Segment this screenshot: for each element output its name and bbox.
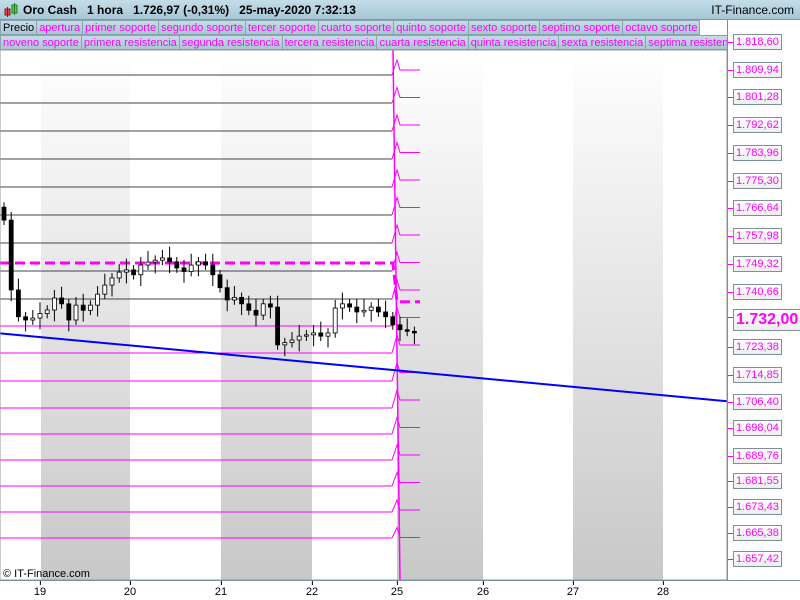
price-label: 1.706,40 (728, 394, 782, 410)
candle-body (8, 219, 14, 291)
day-band (397, 50, 483, 580)
candle-body (152, 259, 158, 263)
price-label: 1.792,62 (728, 117, 782, 133)
candle-body (332, 307, 338, 334)
price-label: 1.809,94 (728, 62, 782, 78)
candle-body (73, 304, 79, 321)
date-label: 21 (214, 581, 228, 598)
candle-body (102, 284, 108, 295)
candle-body (52, 297, 57, 311)
candle-body (145, 261, 151, 266)
candle-body (37, 313, 43, 319)
price-axis: 1.818,60 1.809,94 1.801,28 1.792,62 1.783,96… (727, 20, 800, 580)
candle-body (375, 306, 381, 313)
candle-body (339, 303, 345, 309)
date-label: 27 (566, 581, 580, 598)
date-label: 28 (656, 581, 670, 598)
candle-body (246, 303, 252, 311)
price-label: 1.757,98 (728, 228, 782, 244)
day-band (573, 50, 663, 580)
price-label: 1.723,38 (728, 339, 782, 355)
candle-body (80, 304, 86, 311)
candle-body (66, 303, 72, 321)
date-label: 19 (33, 581, 47, 598)
candle-body (239, 296, 245, 305)
candle-body (289, 339, 295, 344)
price-label: 1.698,04 (728, 420, 782, 436)
price-label: 1.766,64 (728, 200, 782, 216)
candle-body (59, 297, 64, 305)
price-chart[interactable] (0, 0, 727, 580)
candle-body (203, 261, 209, 266)
price-label: 1.818,60 (728, 34, 782, 50)
candle-body (368, 306, 374, 311)
price-label: 1.714,85 (728, 367, 782, 383)
time-axis: 19 20 21 22 25 26 27 28 (0, 580, 800, 600)
candle-body (231, 296, 237, 301)
candle-body (275, 306, 281, 346)
price-label: 1.732,00 (727, 309, 800, 331)
candle-body (318, 332, 324, 337)
candle-body (23, 316, 29, 321)
candle-body (253, 309, 259, 316)
candle-body (397, 324, 403, 331)
candle-body (217, 274, 223, 289)
candle-body (383, 311, 389, 318)
candle-body (174, 261, 180, 269)
candle-body (159, 257, 165, 261)
candle-body (267, 303, 273, 308)
candle-body (361, 309, 367, 313)
candle-body (411, 330, 417, 334)
price-label: 1.657,42 (728, 551, 782, 567)
price-label: 1.740,66 (728, 284, 782, 300)
price-label: 1.775,30 (728, 173, 782, 189)
price-label: 1.681,55 (728, 473, 782, 489)
candle-body (354, 306, 360, 313)
candle-body (282, 342, 288, 346)
candle-body (404, 329, 410, 332)
candle-body (181, 267, 187, 272)
candle-body (109, 277, 115, 286)
candle-body (210, 264, 216, 276)
candle-body (44, 309, 50, 314)
candle-body (95, 293, 100, 306)
candle-body (88, 304, 93, 311)
candle-body (124, 269, 129, 273)
date-label: 22 (305, 581, 319, 598)
candle-body (188, 264, 194, 272)
candle-body (224, 287, 230, 301)
candle-body (167, 257, 173, 263)
candle-body (296, 335, 302, 341)
date-label: 25 (390, 581, 404, 598)
candle-body (15, 289, 21, 318)
candle-body (1, 206, 7, 221)
date-label: 26 (476, 581, 490, 598)
candle-body (116, 271, 122, 279)
candle-body (138, 264, 144, 276)
candle-body (325, 332, 331, 337)
candle-body (30, 317, 36, 321)
candle-body (131, 269, 137, 276)
candle-body (195, 261, 201, 266)
copyright: © IT-Finance.com (3, 568, 90, 580)
day-band (221, 50, 312, 580)
candle-body (347, 303, 353, 308)
candle-body (311, 332, 317, 336)
candle-body (303, 334, 309, 337)
price-label: 1.673,43 (728, 499, 782, 515)
date-label: 20 (123, 581, 137, 598)
candle-body (390, 316, 396, 326)
price-label: 1.689,76 (728, 448, 782, 464)
candle-body (260, 303, 266, 316)
price-label: 1.749,32 (728, 256, 782, 272)
price-label: 1.801,28 (728, 89, 782, 105)
price-label: 1.665,38 (728, 525, 782, 541)
price-label: 1.783,96 (728, 145, 782, 161)
